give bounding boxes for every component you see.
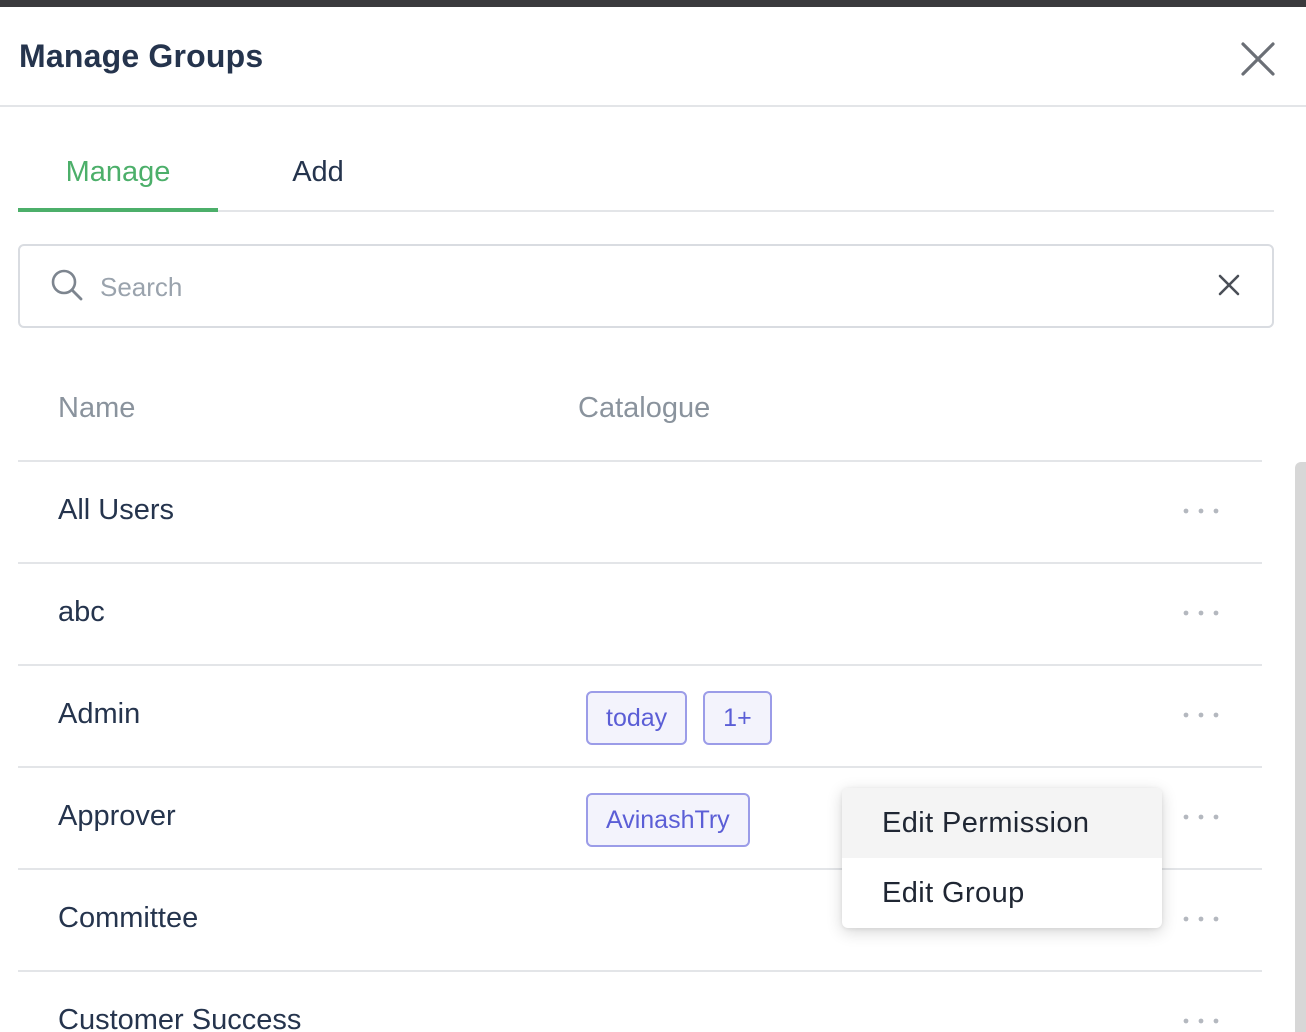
table-row[interactable]: All Users xyxy=(18,462,1262,564)
close-button[interactable] xyxy=(1236,37,1280,81)
group-name: All Users xyxy=(58,494,175,526)
groups-table: Name Catalogue All Users abc Admin today… xyxy=(18,360,1262,1032)
more-horizontal-icon xyxy=(1183,916,1219,922)
menu-item-edit-group[interactable]: Edit Group xyxy=(842,858,1162,928)
search-box xyxy=(18,244,1274,328)
menu-item-edit-permission[interactable]: Edit Permission xyxy=(842,788,1162,858)
group-name: Committee xyxy=(58,902,199,934)
row-more-button[interactable] xyxy=(1176,702,1226,728)
catalogue-more-chip[interactable]: 1+ xyxy=(703,691,772,745)
close-icon xyxy=(1241,42,1275,76)
more-horizontal-icon xyxy=(1183,610,1219,616)
group-name: Approver xyxy=(58,800,176,832)
window-top-strip xyxy=(0,0,1306,7)
table-row[interactable]: abc xyxy=(18,564,1262,666)
catalogue-chip[interactable]: AvinashTry xyxy=(586,793,750,847)
modal-header: Manage Groups xyxy=(0,7,1306,107)
catalogue-chip[interactable]: today xyxy=(586,691,688,745)
modal-title: Manage Groups xyxy=(19,38,264,74)
scrollbar-thumb[interactable] xyxy=(1295,462,1306,1032)
row-context-menu: Edit Permission Edit Group xyxy=(842,788,1162,928)
row-more-button[interactable] xyxy=(1176,600,1226,626)
catalogue-chips: today 1+ xyxy=(586,691,772,745)
table-row[interactable]: Customer Success xyxy=(18,972,1262,1032)
clear-icon[interactable] xyxy=(1214,270,1244,300)
search-icon xyxy=(51,269,83,301)
group-name: Customer Success xyxy=(58,1004,302,1032)
column-header-catalogue: Catalogue xyxy=(578,392,711,424)
row-more-button[interactable] xyxy=(1176,1008,1226,1032)
tab-manage[interactable]: Manage xyxy=(18,135,218,212)
row-more-button[interactable] xyxy=(1176,804,1226,830)
group-name: abc xyxy=(58,596,105,628)
column-header-name: Name xyxy=(58,392,136,424)
row-more-button[interactable] xyxy=(1176,906,1226,932)
row-more-button[interactable] xyxy=(1176,498,1226,524)
more-horizontal-icon xyxy=(1183,508,1219,514)
more-horizontal-icon xyxy=(1183,814,1219,820)
tab-add[interactable]: Add xyxy=(218,135,418,210)
more-horizontal-icon xyxy=(1183,712,1219,718)
table-row[interactable]: Admin today 1+ xyxy=(18,666,1262,768)
search-input[interactable] xyxy=(100,264,1180,310)
group-name: Admin xyxy=(58,698,141,730)
tab-bar: Manage Add xyxy=(18,135,1274,212)
more-horizontal-icon xyxy=(1183,1018,1219,1024)
catalogue-chips: AvinashTry xyxy=(586,793,750,847)
table-header: Name Catalogue xyxy=(18,360,1262,462)
